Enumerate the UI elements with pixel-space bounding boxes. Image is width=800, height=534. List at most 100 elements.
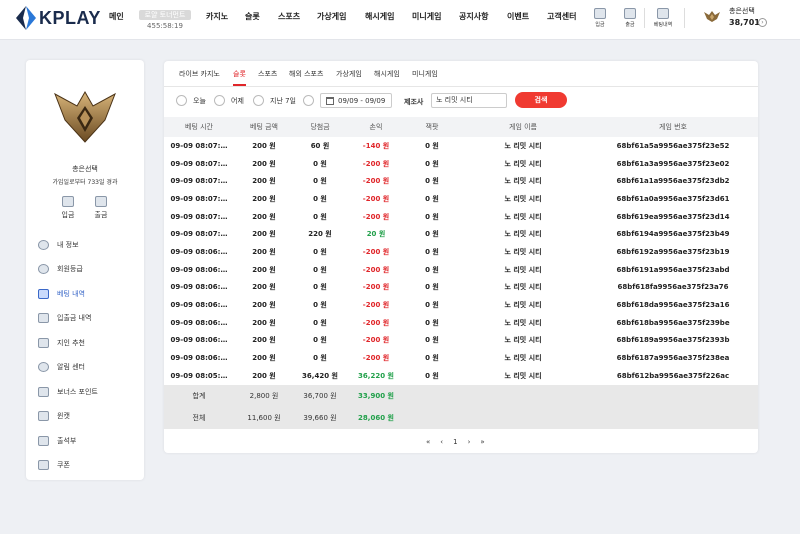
table-row[interactable]: 09-09 08:06:… 200 원 0 원 -200 원 0 원 노 리밋 시티 68b… [164, 279, 758, 297]
header-divider [684, 8, 685, 28]
sidebar-item-bet-history[interactable]: 베팅 내역 [38, 287, 85, 301]
sidebar-item-notifications[interactable]: 알림 센터 [38, 360, 85, 374]
bet-time-cell: 09-09 08:07:… [170, 177, 228, 186]
tab-sports[interactable]: 스포츠 [258, 69, 277, 79]
nav-support[interactable]: 고객센터 [547, 11, 576, 22]
col-win-amount[interactable]: 당첨금 [294, 117, 346, 137]
notification-icon [38, 362, 49, 372]
filter-today-radio[interactable]: 오늘 [176, 95, 206, 106]
filter-custom-radio[interactable] [303, 95, 314, 106]
tab-live-casino[interactable]: 라이브 카지노 [179, 69, 220, 79]
user-rank-icon[interactable] [703, 9, 721, 23]
sidebar-item-my-info[interactable]: 내 정보 [38, 238, 79, 252]
tab-virtual[interactable]: 가상게임 [336, 69, 362, 79]
nav-mini[interactable]: 미니게임 [412, 11, 441, 22]
sidebar-item-wincat[interactable]: 윈캣 [38, 409, 70, 423]
bet-time-cell: 09-09 08:06:… [170, 301, 228, 310]
tab-hash[interactable]: 해시게임 [374, 69, 400, 79]
vendor-select[interactable]: 노 리밋 시티 [431, 93, 507, 108]
win-amount-cell: 60 원 [310, 141, 330, 150]
nav-event[interactable]: 이벤트 [507, 11, 529, 22]
sidebar-item-coupon[interactable]: 쿠폰 [38, 458, 70, 472]
balance-refresh-icon[interactable]: › [758, 18, 767, 27]
nav-hash[interactable]: 해시게임 [365, 11, 394, 22]
table-row[interactable]: 09-09 08:06:… 200 원 0 원 -200 원 0 원 노 리밋 시티 68b… [164, 349, 758, 367]
nav-notice[interactable]: 공지사항 [459, 11, 488, 22]
profit-cell: 36,220 원 [358, 371, 394, 380]
radio-circle-icon [253, 95, 264, 106]
top-header: KPLAY 메인 로얄 토너먼트 455:58:19 카지노 슬롯 스포츠 가상… [0, 0, 800, 40]
table-row[interactable]: 09-09 08:07:… 200 원 0 원 -200 원 0 원 노 리밋 시티 68b… [164, 190, 758, 208]
table-row[interactable]: 09-09 08:07:… 200 원 220 원 20 원 0 원 노 리밋 시티 68b… [164, 225, 758, 243]
last-page-button[interactable]: » [480, 438, 484, 446]
col-bet-time[interactable]: 베팅 시간 [164, 117, 234, 137]
table-row[interactable]: 09-09 08:06:… 200 원 0 원 -200 원 0 원 노 리밋 시티 68b… [164, 261, 758, 279]
summary-empty-cell [588, 384, 758, 407]
table-row[interactable]: 09-09 08:05:… 200 원 36,420 원 36,220 원 0 원 노 리… [164, 367, 758, 385]
nav-virtual[interactable]: 가상게임 [317, 11, 346, 22]
tab-overseas-sports[interactable]: 해외 스포츠 [289, 69, 323, 79]
current-page[interactable]: 1 [453, 438, 457, 446]
search-button[interactable]: 검색 [515, 92, 567, 108]
next-page-button[interactable]: › [468, 438, 471, 446]
col-game-id[interactable]: 게임 번호 [588, 117, 758, 137]
bet-amount-cell: 200 원 [252, 283, 276, 292]
table-row[interactable]: 09-09 08:06:… 200 원 0 원 -200 원 0 원 노 리밋 시티 68b… [164, 296, 758, 314]
summary-bet-cell: 11,600 원 [234, 406, 294, 429]
col-game-name[interactable]: 게임 이름 [458, 117, 588, 137]
game-name-cell: 노 리밋 시티 [504, 283, 542, 292]
sidebar-item-member-grade[interactable]: 회원등급 [38, 262, 83, 276]
sidebar-item-transactions[interactable]: 입출금 내역 [38, 311, 91, 325]
date-range-picker[interactable]: 09/09 - 09/09 [320, 93, 392, 108]
summary-empty-cell [458, 384, 588, 407]
summary-empty-cell [458, 406, 588, 429]
col-profit[interactable]: 손익 [346, 117, 406, 137]
col-bet-amount[interactable]: 베팅 금액 [234, 117, 294, 137]
wincat-icon [38, 411, 49, 421]
deposit-icon [594, 8, 606, 19]
table-row[interactable]: 09-09 08:07:… 200 원 0 원 -200 원 0 원 노 리밋 시티 68b… [164, 172, 758, 190]
win-amount-cell: 0 원 [313, 159, 327, 168]
tab-mini[interactable]: 미니게임 [412, 69, 438, 79]
nav-casino[interactable]: 카지노 [206, 11, 228, 22]
sidebar-item-attendance[interactable]: 출석부 [38, 434, 76, 448]
summary-profit-cell: 28,060 원 [346, 406, 406, 429]
pagination: « ‹ 1 › » [426, 438, 485, 446]
user-name: 총은선택 [729, 7, 755, 15]
nav-slot[interactable]: 슬롯 [245, 11, 260, 22]
filter-yesterday-radio[interactable]: 어제 [214, 95, 244, 106]
coupon-icon [38, 460, 49, 470]
win-amount-cell: 0 원 [313, 318, 327, 327]
table-row[interactable]: 09-09 08:06:… 200 원 0 원 -200 원 0 원 노 리밋 시티 68b… [164, 243, 758, 261]
brand-logo[interactable]: KPLAY [16, 6, 101, 30]
tab-slot[interactable]: 슬롯 [233, 69, 246, 79]
bet-amount-cell: 200 원 [252, 212, 276, 221]
header-deposit-button[interactable]: 입금 [591, 8, 609, 28]
sidebar-item-bonus-points[interactable]: 보너스 포인트 [38, 385, 98, 399]
nav-main[interactable]: 메인 [109, 11, 124, 22]
first-page-button[interactable]: « [426, 438, 430, 446]
profit-cell: -200 원 [362, 354, 390, 363]
summary-label-cell: 합계 [164, 384, 234, 407]
header-divider [644, 8, 645, 28]
sidebar-deposit-button[interactable]: 입금 [58, 196, 78, 220]
header-bet-history-button[interactable]: 베팅내역 [652, 8, 674, 28]
table-row[interactable]: 09-09 08:07:… 200 원 60 원 -140 원 0 원 노 리밋 시티 68… [164, 137, 758, 155]
table-row[interactable]: 09-09 08:07:… 200 원 0 원 -200 원 0 원 노 리밋 시티 68b… [164, 155, 758, 173]
bet-time-cell: 09-09 08:06:… [170, 283, 228, 292]
sidebar-withdraw-button[interactable]: 출금 [91, 196, 111, 220]
summary-row: 합계 2,800 원 36,700 원 33,900 원 [164, 384, 758, 407]
table-row[interactable]: 09-09 08:06:… 200 원 0 원 -200 원 0 원 노 리밋 시티 68b… [164, 332, 758, 350]
sidebar-item-referral[interactable]: 지인 추천 [38, 336, 85, 350]
tournament-timer: 455:58:19 [147, 22, 183, 30]
profit-cell: -140 원 [362, 141, 390, 150]
table-row[interactable]: 09-09 08:07:… 200 원 0 원 -200 원 0 원 노 리밋 시티 68b… [164, 208, 758, 226]
game-id-cell: 68bf6187a9956ae375f238ea [616, 354, 730, 363]
nav-sports[interactable]: 스포츠 [278, 11, 300, 22]
prev-page-button[interactable]: ‹ [440, 438, 443, 446]
col-jackpot[interactable]: 잭팟 [406, 117, 458, 137]
table-row[interactable]: 09-09 08:06:… 200 원 0 원 -200 원 0 원 노 리밋 시티 68b… [164, 314, 758, 332]
header-withdraw-button[interactable]: 출금 [621, 8, 639, 28]
nav-tournament-badge[interactable]: 로얄 토너먼트 455:58:19 [139, 10, 191, 32]
filter-last7days-radio[interactable]: 지난 7일 [253, 95, 296, 106]
